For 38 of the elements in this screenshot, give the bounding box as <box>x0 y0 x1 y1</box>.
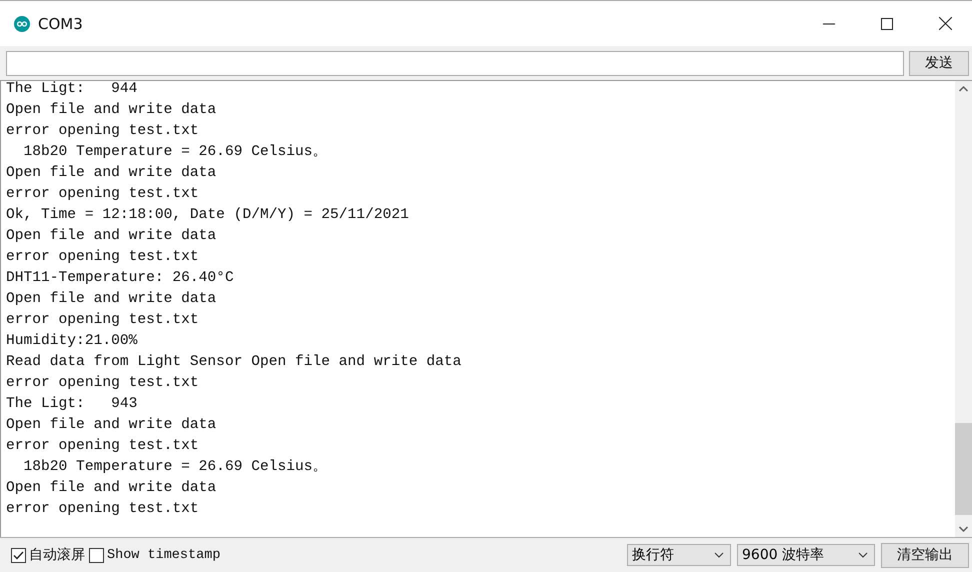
input-field[interactable] <box>6 50 904 76</box>
output-line: error opening test.txt <box>6 501 200 519</box>
window-title: COM3 <box>38 14 83 32</box>
caret-icon <box>858 552 868 558</box>
output-line: error opening test.txt <box>6 123 200 141</box>
caret-icon <box>714 552 724 558</box>
output-line: error opening test.txt <box>6 249 200 267</box>
output-line: error opening test.txt <box>6 312 200 330</box>
output-line: Open file and write data <box>6 102 218 120</box>
output-line: Open file and write data <box>6 165 218 183</box>
output-line: error opening test.txt <box>6 375 200 393</box>
checkbox-label: 自动滚屏 <box>29 546 85 564</box>
output-line: 18b20 Temperature = 26.69 Celsius。 <box>22 144 329 162</box>
output-line: DHT11-Temperature: 26.40°C <box>6 270 235 288</box>
checkbox-label: Show timestamp <box>107 548 220 562</box>
scrollbar[interactable] <box>955 81 972 537</box>
output-line: The Ligt: 944 <box>6 81 138 99</box>
output-line: Ok, Time = 12:18:00, Date (D/M/Y) = 25/11/2021 <box>6 207 410 225</box>
output-line: Open file and write data <box>6 228 218 246</box>
output-line: Open file and write data <box>6 291 218 309</box>
close-icon[interactable] <box>939 17 952 30</box>
maximize-icon[interactable] <box>881 18 893 30</box>
output-line: 18b20 Temperature = 26.69 Celsius。 <box>22 459 329 477</box>
output-line: Humidity:21.00% <box>6 333 138 351</box>
line-ending-dropdown[interactable]: 换行符 <box>627 544 731 566</box>
output-line: error opening test.txt <box>6 186 200 204</box>
app-logo-icon <box>14 16 30 32</box>
baud-rate-dropdown[interactable]: 9600 波特率 <box>737 544 875 566</box>
output-line: Open file and write data <box>6 417 218 435</box>
checkbox[interactable] <box>11 548 26 562</box>
send-button[interactable]: 发送 <box>909 50 969 76</box>
clear-output-button[interactable]: 清空输出 <box>881 542 969 568</box>
output-line: The Ligt: 943 <box>6 396 138 414</box>
checkbox[interactable] <box>89 548 104 562</box>
output-line: Read data from Light Sensor Open file and write data <box>6 354 462 372</box>
output-line: Open file and write data <box>6 480 218 498</box>
scroll-thumb[interactable] <box>955 423 972 515</box>
output-line: error opening test.txt <box>6 438 200 456</box>
